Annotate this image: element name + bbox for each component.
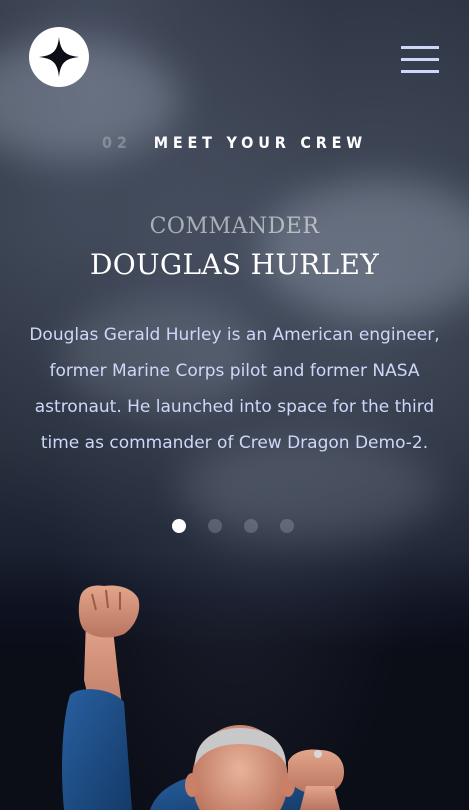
pagination-dot-3[interactable]: [244, 519, 258, 533]
star-icon: [39, 37, 79, 77]
crew-pagination: [172, 519, 294, 533]
pagination-dot-4[interactable]: [280, 519, 294, 533]
page-heading: 02 MEET YOUR CREW: [0, 133, 469, 152]
pagination-dot-2[interactable]: [208, 519, 222, 533]
logo-link[interactable]: [29, 27, 89, 87]
menu-bar: [401, 58, 439, 61]
pagination-dot-1[interactable]: [172, 519, 186, 533]
crew-page: 02 MEET YOUR CREW COMMANDER DOUGLAS HURLE…: [0, 0, 469, 810]
menu-bar: [401, 70, 439, 73]
menu-bar: [401, 46, 439, 49]
section-title: MEET YOUR CREW: [153, 133, 367, 152]
crew-photo: [62, 585, 344, 810]
crew-name: DOUGLAS HURLEY: [89, 248, 380, 281]
hamburger-icon[interactable]: [401, 46, 439, 74]
section-number: 02: [102, 133, 132, 152]
crew-role: COMMANDER: [149, 214, 320, 239]
crew-bio: Douglas Gerald Hurley is an American eng…: [29, 325, 440, 453]
